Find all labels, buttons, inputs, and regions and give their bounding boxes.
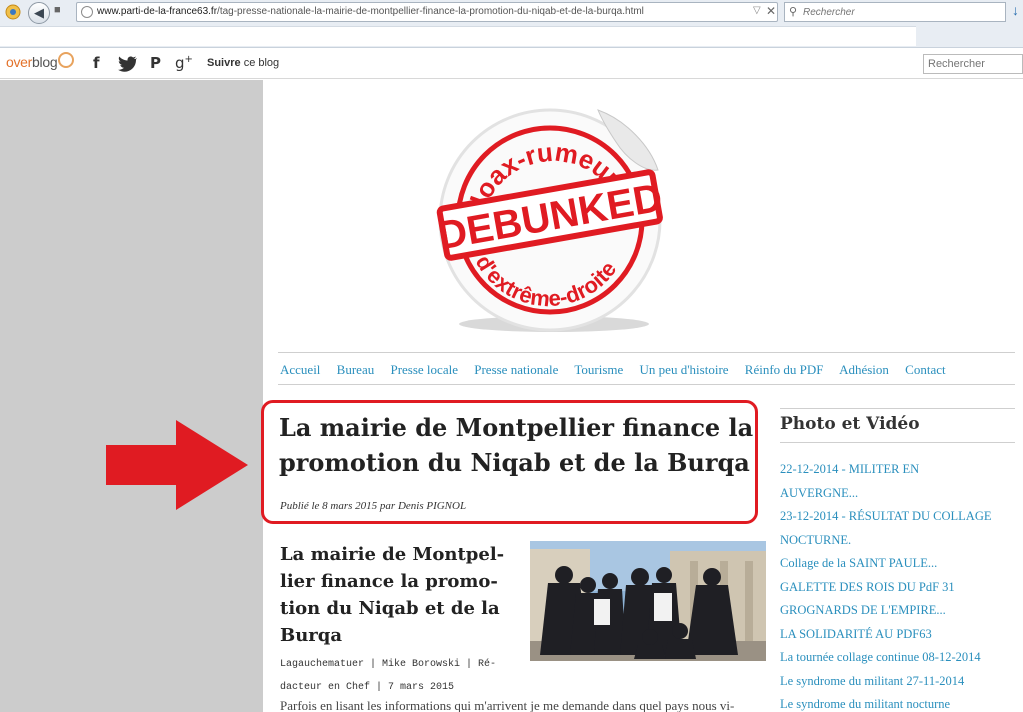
sidebar-link[interactable]: GROGNARDS DE L'EMPIRE... xyxy=(780,603,946,617)
article-text: Parfois en lisant les informations qui m… xyxy=(280,698,735,712)
url-dropdown-icon[interactable]: ▽ xyxy=(753,5,761,16)
overblog-logo[interactable]: overblog xyxy=(6,54,58,70)
sidebar-link[interactable]: 23-12-2014 - RÉSULTAT DU COLLAGE xyxy=(780,509,992,523)
twitter-icon[interactable] xyxy=(118,56,138,72)
nav-item-reinfo[interactable]: Réinfo du PDF xyxy=(745,362,824,377)
back-button[interactable]: ◀ xyxy=(28,2,50,24)
article-photo[interactable] xyxy=(530,541,766,661)
post-byline: Publié le 8 mars 2015 par Denis PIGNOL xyxy=(280,500,467,512)
list-item: Le syndrome du militant nocturne xyxy=(780,693,1015,712)
sidebar-top-divider xyxy=(780,408,1015,409)
blog-search-input[interactable] xyxy=(923,54,1023,74)
history-dropdown-icon[interactable]: ■ xyxy=(54,4,70,20)
pinterest-icon[interactable]: P xyxy=(150,54,161,72)
sidebar-link[interactable]: LA SOLIDARITÉ AU PDF63 xyxy=(780,627,932,641)
sidebar-link[interactable]: NOCTURNE. xyxy=(780,533,851,547)
address-bar[interactable]: www.parti-de-la-france63.fr/tag-presse-n… xyxy=(76,2,778,22)
sidebar-link[interactable]: GALETTE DES ROIS DU PdF 31 xyxy=(780,580,955,594)
list-item: GALETTE DES ROIS DU PdF 31 xyxy=(780,576,1015,600)
article-meta: Lagauchematuer | Mike Borowski | Ré-dact… xyxy=(280,659,497,693)
browser-toolbar: ◀ ■ www.parti-de-la-france63.fr/tag-pres… xyxy=(0,0,1023,48)
debunked-sticker-logo[interactable]: Hoax-rumeurs DEBUNKED d'extrême-droite xyxy=(430,98,670,338)
sidebar-link[interactable]: Le syndrome du militant 27-11-2014 xyxy=(780,674,964,688)
nav-item-tourisme[interactable]: Tourisme xyxy=(574,362,623,377)
list-item: LA SOLIDARITÉ AU PDF63 xyxy=(780,623,1015,647)
nav-item-presse-nationale[interactable]: Presse nationale xyxy=(474,362,558,377)
overblog-logo-mark xyxy=(58,52,74,68)
nav-item-adhesion[interactable]: Adhésion xyxy=(839,362,889,377)
follow-blog-link[interactable]: Suivre ce blog xyxy=(207,57,279,69)
left-gray-margin xyxy=(0,80,263,712)
post-title[interactable]: La mairie de Montpellier finance la promo… xyxy=(279,410,754,480)
article-title[interactable]: La mairie de Montpel- lier finance la pr… xyxy=(280,541,512,649)
list-item: NOCTURNE. xyxy=(780,529,1015,553)
nav-item-accueil[interactable]: Accueil xyxy=(280,362,320,377)
list-item: Le syndrome du militant 27-11-2014 xyxy=(780,670,1015,694)
google-plus-icon[interactable]: g+ xyxy=(175,54,193,72)
nav-item-contact[interactable]: Contact xyxy=(905,362,945,377)
url-text[interactable]: www.parti-de-la-france63.fr/tag-presse-n… xyxy=(97,6,644,17)
list-item: 22-12-2014 - MILITER EN xyxy=(780,458,1015,482)
red-arrow-annotation xyxy=(106,420,248,510)
nav-item-histoire[interactable]: Un peu d'histoire xyxy=(640,362,729,377)
list-item: AUVERGNE... xyxy=(780,482,1015,506)
list-item: Collage de la SAINT PAULE... xyxy=(780,552,1015,576)
nav-item-presse-locale[interactable]: Presse locale xyxy=(390,362,458,377)
list-item: La tournée collage continue 08-12-2014 xyxy=(780,646,1015,670)
facebook-icon[interactable]: f xyxy=(93,54,100,72)
nav-top-divider xyxy=(278,352,1015,353)
sidebar-link[interactable]: Le syndrome du militant nocturne xyxy=(780,697,950,711)
list-item: GROGNARDS DE L'EMPIRE... xyxy=(780,599,1015,623)
search-icon: ⚲ xyxy=(789,6,798,18)
browser-search-box[interactable]: ⚲ xyxy=(784,2,1006,22)
sidebar-link[interactable]: La tournée collage continue 08-12-2014 xyxy=(780,650,981,664)
list-item: 23-12-2014 - RÉSULTAT DU COLLAGE xyxy=(780,505,1015,529)
close-icon[interactable]: ✕ xyxy=(766,4,776,18)
arrow-left-icon: ◀ xyxy=(34,5,44,20)
main-nav: Accueil Bureau Presse locale Presse nati… xyxy=(280,362,959,378)
sidebar-list: 22-12-2014 - MILITER EN AUVERGNE... 23-1… xyxy=(780,458,1015,712)
sidebar-title-divider xyxy=(780,442,1015,443)
globe-icon xyxy=(81,6,93,18)
sidebar-link[interactable]: Collage de la SAINT PAULE... xyxy=(780,556,937,570)
browser-search-input[interactable] xyxy=(803,5,1003,19)
overblog-toolbar: overblog f P g+ Suivre ce blog xyxy=(0,48,1023,79)
nav-item-bureau[interactable]: Bureau xyxy=(337,362,375,377)
sidebar-title: Photo et Vidéo xyxy=(780,414,920,434)
sidebar-link[interactable]: 22-12-2014 - MILITER EN xyxy=(780,462,919,476)
download-arrow-icon[interactable]: ↓ xyxy=(1012,2,1019,18)
browser-app-icon xyxy=(5,4,21,20)
sidebar-link[interactable]: AUVERGNE... xyxy=(780,486,858,500)
nav-bottom-divider xyxy=(278,384,1015,385)
bookmarks-strip xyxy=(0,26,916,46)
